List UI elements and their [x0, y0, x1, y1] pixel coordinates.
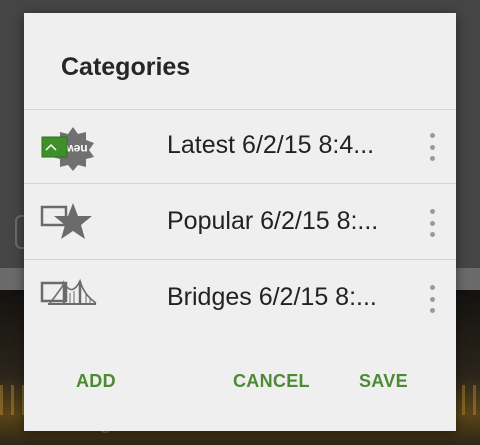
- category-label: Latest 6/2/15 8:4...: [167, 131, 375, 159]
- categories-dialog: Categories new Latest 6/2/15 8:4... Popu…: [24, 13, 456, 431]
- cancel-button[interactable]: CANCEL: [233, 371, 310, 392]
- category-item-popular[interactable]: Popular 6/2/15 8:...: [24, 185, 456, 261]
- add-button[interactable]: ADD: [76, 371, 116, 392]
- dialog-title: Categories: [61, 53, 191, 81]
- category-label: Popular 6/2/15 8:...: [167, 207, 379, 235]
- star-icon: [40, 199, 98, 247]
- overflow-menu-icon[interactable]: [420, 209, 444, 237]
- category-item-bridges[interactable]: Bridges 6/2/15 8:...: [24, 261, 456, 337]
- divider: [24, 183, 456, 184]
- category-item-latest[interactable]: new Latest 6/2/15 8:4...: [24, 109, 456, 185]
- overflow-menu-icon[interactable]: [420, 285, 444, 313]
- new-badge-icon: new: [40, 123, 98, 171]
- bridge-icon: [40, 275, 98, 323]
- category-label: Bridges 6/2/15 8:...: [167, 283, 377, 311]
- overflow-menu-icon[interactable]: [420, 133, 444, 161]
- save-button[interactable]: SAVE: [359, 371, 408, 392]
- divider: [24, 259, 456, 260]
